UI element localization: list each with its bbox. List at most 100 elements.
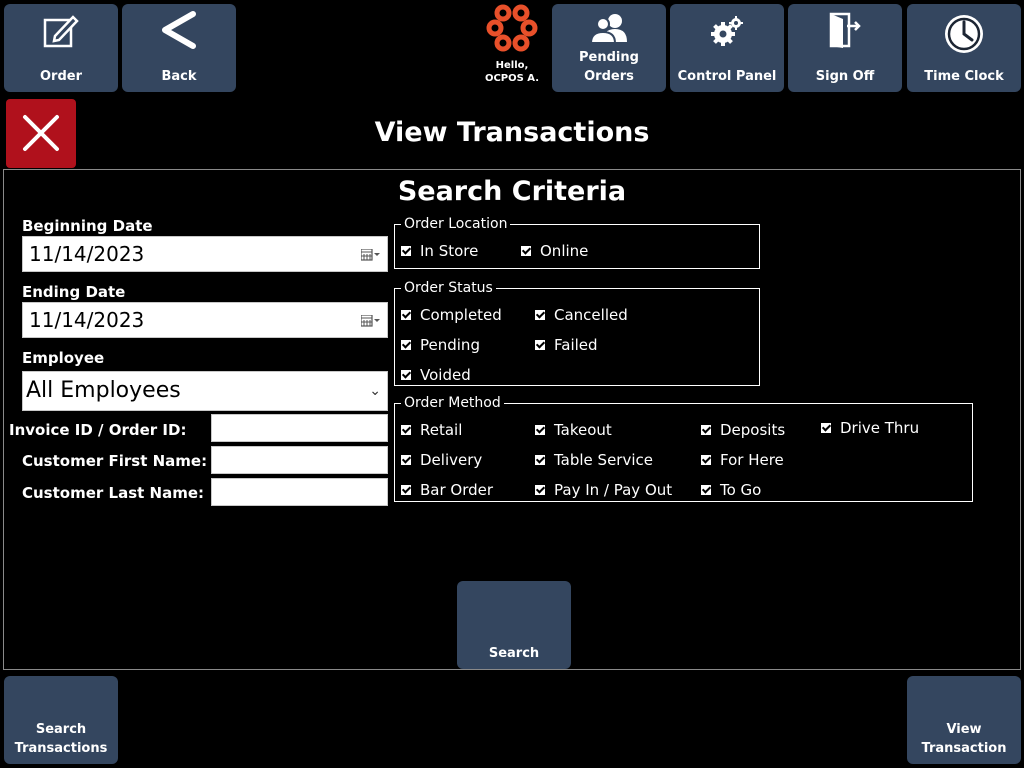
pending-orders-button[interactable]: Pending Orders [552, 4, 666, 92]
customer-last-name-input[interactable] [211, 478, 388, 506]
checkbox-icon [535, 485, 545, 495]
checkbox-icon [701, 455, 711, 465]
deposits-label: Deposits [720, 421, 786, 439]
checkbox-completed[interactable]: Completed [401, 306, 502, 324]
control-panel-label: Control Panel [677, 69, 777, 84]
checkbox-for-here[interactable]: For Here [701, 451, 784, 469]
checkbox-icon [701, 485, 711, 495]
back-button[interactable]: Back [122, 4, 236, 92]
table-service-label: Table Service [554, 451, 653, 469]
checkbox-pending[interactable]: Pending [401, 336, 480, 354]
checkbox-online[interactable]: Online [521, 242, 588, 260]
checkbox-voided[interactable]: Voided [401, 366, 471, 384]
online-label: Online [540, 242, 589, 260]
users-icon [589, 14, 627, 44]
voided-label: Voided [420, 366, 471, 384]
calendar-icon[interactable] [361, 249, 381, 261]
chevron-down-icon: ⌄ [369, 383, 381, 399]
checkbox-icon [401, 246, 411, 256]
to-go-label: To Go [720, 481, 762, 499]
checkbox-icon [535, 425, 545, 435]
chevron-left-icon [162, 11, 196, 49]
checkbox-icon [535, 340, 545, 350]
employee-select[interactable]: All Employees ⌄ [22, 371, 388, 411]
pending-label-line1: Pending [579, 50, 639, 65]
takeout-label: Takeout [554, 421, 612, 439]
checkbox-pay-in-pay-out[interactable]: Pay In / Pay Out [535, 481, 672, 499]
order-button[interactable]: Order [4, 4, 118, 92]
search-label: Search [488, 646, 540, 661]
pending-label-line2: Orders [584, 69, 634, 84]
invoice-id-label: Invoice ID / Order ID: [9, 421, 187, 439]
checkbox-bar-order[interactable]: Bar Order [401, 481, 493, 499]
drive-thru-label: Drive Thru [840, 419, 920, 437]
ending-date-label: Ending Date [22, 283, 126, 301]
checkbox-retail[interactable]: Retail [401, 421, 462, 439]
calendar-icon[interactable] [361, 315, 381, 327]
checkbox-drive-thru[interactable]: Drive Thru [821, 419, 919, 437]
sign-off-button[interactable]: Sign Off [788, 4, 902, 92]
employee-value: All Employees [26, 378, 181, 403]
checkbox-table-service[interactable]: Table Service [535, 451, 653, 469]
cancelled-label: Cancelled [554, 306, 628, 324]
order-status-legend: Order Status [404, 280, 493, 296]
pending-label: Pending [420, 336, 480, 354]
beginning-date-value: 11/14/2023 [29, 242, 145, 266]
retail-label: Retail [420, 421, 463, 439]
in-store-label: In Store [420, 242, 479, 260]
checkbox-icon [401, 340, 411, 350]
sign-off-label: Sign Off [815, 69, 875, 84]
search-button[interactable]: Search [457, 581, 571, 669]
checkbox-takeout[interactable]: Takeout [535, 421, 612, 439]
checkbox-to-go[interactable]: To Go [701, 481, 761, 499]
checkbox-in-store[interactable]: In Store [401, 242, 478, 260]
order-location-legend: Order Location [404, 216, 508, 232]
checkbox-icon [535, 310, 545, 320]
time-clock-button[interactable]: Time Clock [907, 4, 1021, 92]
checkbox-icon [535, 455, 545, 465]
employee-label: Employee [22, 349, 105, 367]
page-title: View Transactions [374, 117, 650, 148]
checkbox-icon [401, 485, 411, 495]
exit-door-icon [829, 12, 861, 48]
search-transactions-button[interactable]: Search Transactions [4, 676, 118, 764]
checkbox-icon [401, 455, 411, 465]
ending-date-value: 11/14/2023 [29, 308, 145, 332]
checkbox-icon [401, 425, 411, 435]
pay-in-pay-out-label: Pay In / Pay Out [554, 481, 673, 499]
control-panel-button[interactable]: Control Panel [670, 4, 784, 92]
search-criteria-heading: Search Criteria [397, 176, 627, 207]
completed-label: Completed [420, 306, 502, 324]
beginning-date-label: Beginning Date [22, 217, 153, 235]
view-transaction-line2: Transaction [921, 741, 1007, 756]
user-greeting: Hello, [495, 60, 529, 71]
checkbox-failed[interactable]: Failed [535, 336, 598, 354]
customer-first-name-input[interactable] [211, 446, 388, 474]
time-clock-label: Time Clock [924, 69, 1004, 84]
logo-icon [486, 4, 538, 52]
checkbox-delivery[interactable]: Delivery [401, 451, 482, 469]
checkbox-icon [821, 423, 831, 433]
edit-icon [43, 15, 79, 48]
order-method-legend: Order Method [404, 395, 501, 411]
view-transaction-line1: View [946, 722, 982, 737]
checkbox-deposits[interactable]: Deposits [701, 421, 785, 439]
failed-label: Failed [554, 336, 598, 354]
gear-icon [711, 16, 743, 46]
invoice-id-input[interactable] [211, 414, 388, 442]
back-label: Back [161, 69, 197, 84]
checkbox-icon [701, 425, 711, 435]
view-transaction-button[interactable]: View Transaction [907, 676, 1021, 764]
user-profile: Hello, OCPOS A. [478, 2, 546, 92]
for-here-label: For Here [720, 451, 784, 469]
bar-order-label: Bar Order [420, 481, 494, 499]
customer-first-name-label: Customer First Name: [22, 452, 208, 470]
order-label: Order [40, 69, 82, 84]
checkbox-icon [401, 310, 411, 320]
checkbox-icon [521, 246, 531, 256]
checkbox-cancelled[interactable]: Cancelled [535, 306, 628, 324]
checkbox-icon [401, 370, 411, 380]
customer-last-name-label: Customer Last Name: [22, 484, 204, 502]
beginning-date-picker[interactable]: 11/14/2023 [22, 236, 388, 272]
ending-date-picker[interactable]: 11/14/2023 [22, 302, 388, 338]
